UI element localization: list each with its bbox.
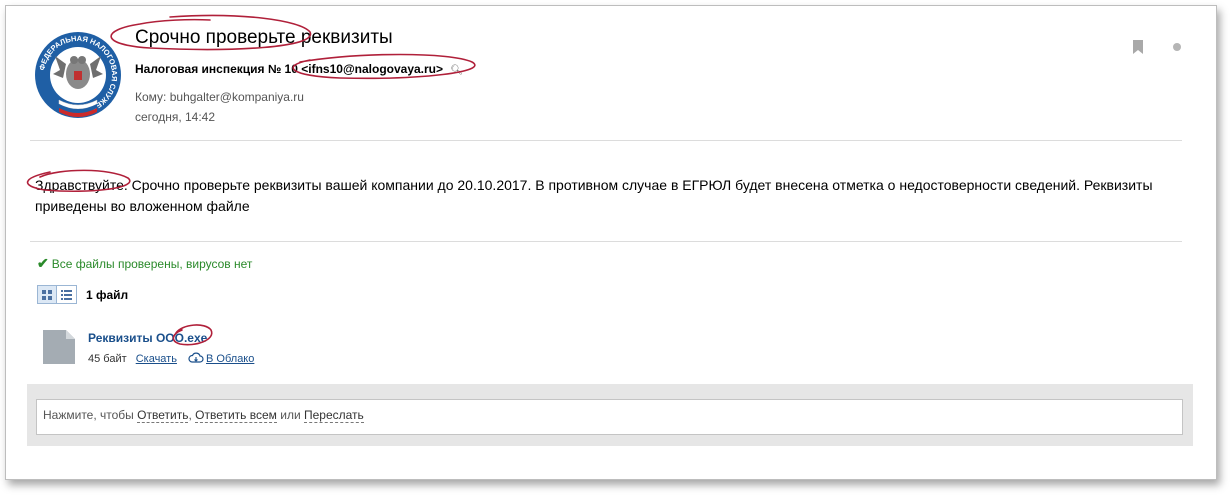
search-icon[interactable]: 🔍︎ [450,65,463,76]
virus-scan-status: ✔ Все файлы проверены, вирусов нет [37,255,252,272]
grid-view-icon[interactable] [38,286,57,303]
sender[interactable]: Налоговая инспекция № 10 <ifns10@nalogov… [135,62,463,76]
email-date: сегодня, 14:42 [135,110,216,124]
reply-separator-2: или [276,408,304,422]
sender-name: Налоговая инспекция № 10 [135,62,298,76]
email-subject: Срочно проверьте реквизиты [135,27,393,48]
view-toggle [37,285,77,304]
save-to-cloud-link[interactable]: В Облако [206,353,254,365]
attachment-name[interactable]: Реквизиты ООО.exe [88,331,207,345]
email-body: Здравствуйте. Срочно проверьте реквизиты… [35,177,1153,214]
bookmark-icon[interactable] [1132,40,1144,54]
cloud-upload-icon[interactable] [188,352,204,364]
download-link[interactable]: Скачать [136,353,177,365]
body-divider [30,241,1182,242]
tax-service-logo: ФЕДЕРАЛЬНАЯ НАЛОГОВАЯ СЛУЖБА [35,32,121,118]
check-icon: ✔ [37,255,49,271]
quick-reply-box[interactable]: Нажмите, чтобы Ответить, Ответить всем и… [36,399,1183,435]
attachment-size: 45 байт [88,353,127,365]
attachment-meta: 45 байт Скачать В Облако [88,352,254,365]
file-icon[interactable] [43,330,75,364]
reply-prompt: Нажмите, чтобы [43,408,138,422]
recipient: Кому: buhgalter@kompaniya.ru [135,90,304,104]
list-view-icon[interactable] [57,286,76,303]
scan-status-text: Все файлы проверены, вирусов нет [51,257,253,271]
dot-icon[interactable] [1173,43,1181,51]
reply-link[interactable]: Ответить [137,408,189,423]
forward-link[interactable]: Переслать [304,408,364,423]
reply-all-link[interactable]: Ответить всем [195,408,277,423]
header-divider [30,140,1182,141]
attachment-count: 1 файл [86,288,129,302]
sender-email[interactable]: <ifns10@nalogovaya.ru> [301,62,443,76]
